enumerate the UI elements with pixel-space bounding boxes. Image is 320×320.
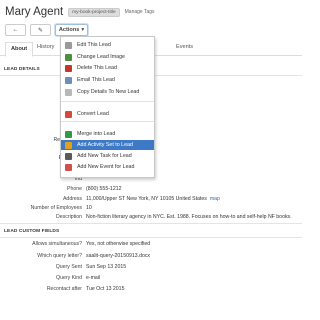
field-row: Query Sent Sun Sep 13 2015 (0, 264, 302, 274)
email-icon (65, 76, 72, 84)
field-text: 11,000/Upper ST New York, NY 10105 Unite… (86, 196, 207, 202)
copy-icon (65, 88, 72, 96)
field-value: Non-fiction literary agency in NYC. Est.… (86, 214, 292, 220)
map-link[interactable]: map (210, 196, 220, 202)
edit-icon (65, 41, 72, 49)
field-label: Query Sent (55, 264, 82, 270)
actions-button[interactable]: Actions ▾ (55, 24, 88, 36)
field-row: Phone (800) 555-1212 (0, 186, 302, 196)
field-value: Tue Oct 13 2015 (86, 286, 124, 292)
field-label: Allows simultaneous? (32, 241, 82, 247)
tab-events[interactable]: Events (176, 44, 193, 50)
delete-icon (65, 64, 72, 72)
divider (0, 237, 302, 238)
page-title: Mary Agent (5, 6, 64, 18)
manage-tags-link[interactable]: Manage Tags (125, 9, 155, 15)
tab-about[interactable]: About (5, 42, 34, 57)
image-icon (65, 53, 72, 61)
field-value: Sun Sep 13 2015 (86, 264, 126, 270)
menu-item-add-new-event-for-lead[interactable]: Add New Event for Lead (61, 162, 154, 172)
tag-badge[interactable]: my-book-project-title (68, 7, 120, 17)
menu-item-copy-details-to-new-lead[interactable]: Copy Details To New Lead (61, 87, 154, 97)
field-value: 11,000/Upper ST New York, NY 10105 Unite… (86, 196, 220, 202)
menu-item-add-new-task-for-lead[interactable]: Add New Task for Lead (61, 151, 154, 161)
field-text: Yes, not otherwise specified (86, 241, 151, 247)
field-value: e-mail (86, 275, 100, 281)
back-button[interactable]: ← (5, 24, 26, 36)
activity-icon (65, 141, 72, 149)
menu-item-edit-this-lead[interactable]: Edit This Lead (61, 40, 154, 50)
pencil-icon: ✎ (37, 27, 44, 34)
actions-dropdown-menu: Edit This Lead Change Lead Image Delete Th… (60, 36, 155, 178)
field-label: Phone (66, 186, 82, 192)
field-value: 10 (86, 205, 92, 211)
field-text: Non-fiction literary agency in NYC. Est.… (86, 214, 292, 220)
page-header: Mary Agent my-book-project-title Manage … (5, 5, 155, 19)
field-label: Recontact after (46, 286, 82, 292)
menu-item-label: Change Lead Image (77, 54, 126, 60)
back-arrow-icon: ← (12, 27, 19, 33)
field-label: Description (56, 214, 82, 220)
menu-item-convert-lead[interactable]: Convert Lead (61, 109, 154, 119)
divider (0, 223, 302, 224)
menu-separator (61, 121, 154, 122)
field-row: Which query letter? saalit-query-20150913… (0, 253, 302, 263)
menu-item-label: Add New Task for Lead (77, 153, 132, 159)
menu-item-label: Copy Details To New Lead (77, 89, 140, 95)
menu-item-label: Add New Event for Lead (77, 164, 135, 170)
field-label: Address (62, 196, 82, 202)
menu-item-label: Edit This Lead (77, 42, 111, 48)
lead-details-heading: LEAD DETAILS (4, 67, 40, 72)
menu-item-label: Delete This Lead (77, 65, 117, 71)
field-text: Tue Oct 13 2015 (86, 286, 125, 292)
field-row: Query Kind e-mail (0, 275, 302, 285)
task-icon (65, 152, 72, 160)
field-value: (800) 555-1212 (86, 186, 121, 192)
actions-label: Actions (58, 27, 80, 33)
edit-button[interactable]: ✎ (30, 24, 51, 36)
event-icon (65, 163, 72, 171)
menu-item-label: Add Activity Set to Lead (77, 142, 133, 148)
menu-item-add-activity-set-to-lead[interactable]: Add Activity Set to Lead (61, 140, 154, 150)
menu-item-email-this-lead[interactable]: Email This Lead (61, 75, 154, 85)
custom-fields-heading: LEAD CUSTOM FIELDS (4, 229, 60, 234)
menu-item-label: Merge into Lead (77, 131, 116, 137)
field-label: Query Kind (56, 275, 82, 281)
menu-item-change-lead-image[interactable]: Change Lead Image (61, 52, 154, 62)
menu-item-delete-this-lead[interactable]: Delete This Lead (61, 63, 154, 73)
field-text: (800) 555-1212 (86, 186, 122, 192)
field-label: Which query letter? (37, 253, 82, 259)
field-row: Recontact after Tue Oct 13 2015 (0, 286, 302, 296)
field-text: e-mail (86, 275, 101, 281)
field-text: saalit-query-20150913.docx (86, 253, 151, 259)
chevron-down-icon: ▾ (81, 27, 85, 33)
field-value: Yes, not otherwise specified (86, 241, 150, 247)
menu-item-label: Email This Lead (77, 77, 115, 83)
convert-icon (65, 110, 72, 118)
field-row: Allows simultaneous? Yes, not otherwise s… (0, 241, 302, 251)
merge-icon (65, 130, 72, 138)
tab-history[interactable]: History (37, 44, 54, 50)
menu-item-label: Convert Lead (77, 111, 109, 117)
field-text: 10 (86, 205, 92, 211)
menu-separator (61, 101, 154, 102)
toolbar: ← ✎ Actions ▾ (5, 24, 88, 36)
field-label: Number of Employees (30, 205, 82, 211)
field-value: saalit-query-20150913.docx (86, 253, 150, 259)
field-text: Sun Sep 13 2015 (86, 264, 127, 270)
menu-item-merge-into-lead[interactable]: Merge into Lead (61, 129, 154, 139)
